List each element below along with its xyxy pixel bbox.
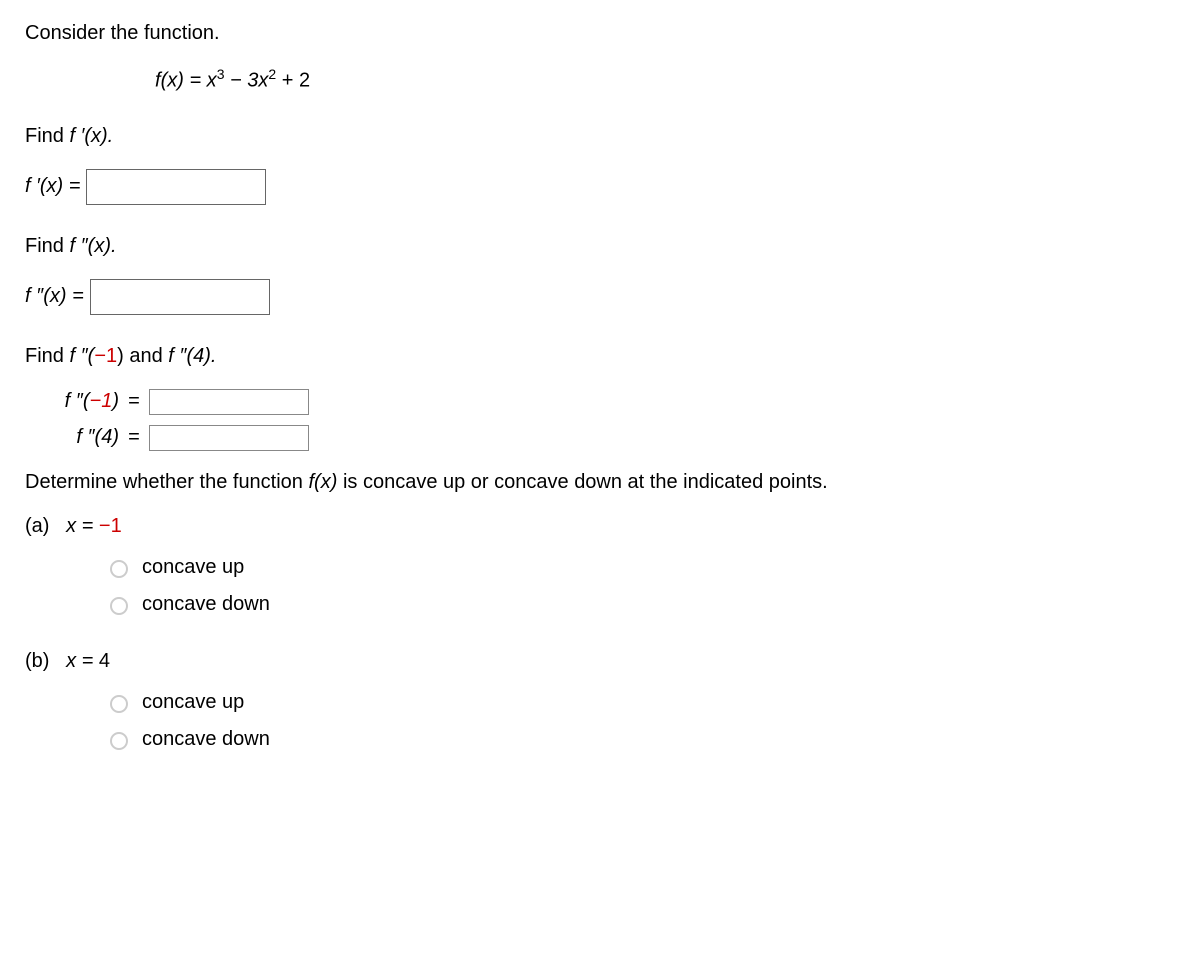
fdp-neg1-input[interactable]: [149, 389, 309, 415]
part-b-opt2-text: concave down: [142, 728, 270, 751]
part-b-option-down[interactable]: concave down: [105, 728, 1175, 751]
formula-arg: (x) = x: [161, 70, 217, 92]
part-a-xpre: x =: [66, 515, 99, 537]
part-b-letter: (b): [25, 650, 49, 672]
q1-prompt-fx: f ′(x).: [69, 125, 113, 147]
q4-prompt: Determine whether the function f(x) is c…: [25, 469, 1175, 495]
q3-prompt: Find f ″(−1) and f ″(4).: [25, 343, 1175, 369]
q3-row1-eq: =: [119, 390, 149, 413]
q3-row2-label: f ″(4): [25, 426, 119, 449]
q1-prompt-pre: Find: [25, 125, 69, 147]
intro-text: Consider the function.: [25, 20, 1175, 46]
radio-b-up[interactable]: [110, 695, 128, 713]
q4-fx: f(x): [309, 471, 338, 493]
part-a-xval: −1: [99, 515, 122, 537]
fprime-input[interactable]: [86, 169, 266, 205]
q2-label: f ″(x) =: [25, 285, 84, 308]
part-b-label: (b) x = 4: [25, 650, 1175, 673]
formula-end: + 2: [276, 70, 310, 92]
q3-row1-neg1: −1: [90, 390, 113, 412]
q2-prompt-pre: Find: [25, 235, 69, 257]
q2-prompt-fx: f ″(x).: [69, 235, 116, 257]
radio-a-up[interactable]: [110, 560, 128, 578]
part-a-opt2-text: concave down: [142, 593, 270, 616]
part-b-xpre: x =: [66, 650, 99, 672]
q4-post: is concave up or concave down at the ind…: [337, 471, 827, 493]
q3-b: f ″(4).: [168, 345, 216, 367]
part-a-label: (a) x = −1: [25, 515, 1175, 538]
part-a-opt1-text: concave up: [142, 556, 244, 579]
function-formula: f(x) = x3 − 3x2 + 2: [155, 66, 1175, 93]
q3-neg1: −1: [94, 345, 117, 367]
formula-mid: − 3x: [224, 70, 268, 92]
part-b-option-up[interactable]: concave up: [105, 691, 1175, 714]
q4-pre: Determine whether the function: [25, 471, 309, 493]
q3-row1-label: f ″(−1): [25, 390, 119, 413]
part-a-letter: (a): [25, 515, 49, 537]
part-b-opt1-text: concave up: [142, 691, 244, 714]
radio-a-down[interactable]: [110, 597, 128, 615]
q3-pre: Find: [25, 345, 69, 367]
q3-a: f ″(: [69, 345, 94, 367]
part-a-option-up[interactable]: concave up: [105, 556, 1175, 579]
q3-row2-eq: =: [119, 426, 149, 449]
fdoubleprime-input[interactable]: [90, 279, 270, 315]
q3-mid: ) and: [117, 345, 168, 367]
q1-label: f ′(x) =: [25, 175, 80, 198]
radio-b-down[interactable]: [110, 732, 128, 750]
fdp-4-input[interactable]: [149, 425, 309, 451]
part-b-xval: 4: [99, 650, 110, 672]
part-a-option-down[interactable]: concave down: [105, 593, 1175, 616]
q2-prompt: Find f ″(x).: [25, 233, 1175, 259]
q1-prompt: Find f ′(x).: [25, 123, 1175, 149]
